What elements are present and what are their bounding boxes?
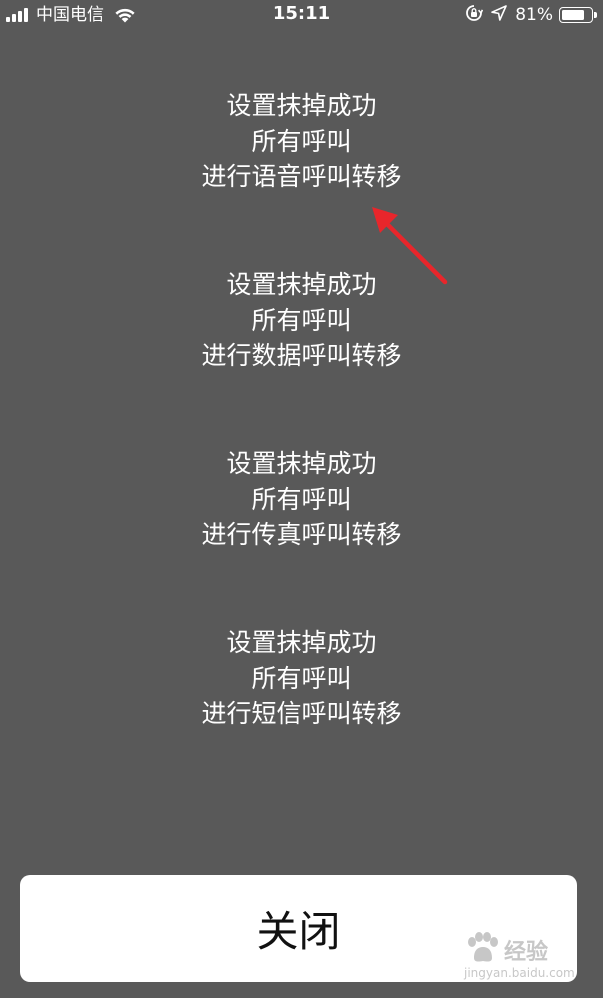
status-bar-right: 81% xyxy=(465,4,597,26)
watermark: 经验 jingyan.baidu.com xyxy=(460,930,580,990)
message-line: 设置抹掉成功 xyxy=(226,628,377,657)
message-line: 所有呼叫 xyxy=(251,484,352,514)
watermark-url: jingyan.baidu.com xyxy=(464,966,575,980)
message-line: 进行短信呼叫转移 xyxy=(201,699,402,728)
baidu-paw-icon xyxy=(464,932,500,968)
status-bar: 中国电信 15:11 81% xyxy=(0,0,603,30)
message-line: 进行数据呼叫转移 xyxy=(201,341,402,370)
rotation-lock-icon xyxy=(465,4,484,26)
message-data-forwarding: 设置抹掉成功 所有呼叫 进行数据呼叫转移 xyxy=(0,267,603,446)
battery-cap xyxy=(594,12,597,18)
message-line: 设置抹掉成功 xyxy=(226,270,377,299)
location-icon xyxy=(491,5,508,25)
message-fax-forwarding: 设置抹掉成功 所有呼叫 进行传真呼叫转移 xyxy=(0,446,603,625)
message-line: 进行传真呼叫转移 xyxy=(201,520,402,549)
message-line: 所有呼叫 xyxy=(251,305,352,335)
annotation-arrow-icon xyxy=(360,195,455,294)
battery-fill xyxy=(562,10,584,20)
message-line: 所有呼叫 xyxy=(251,126,352,156)
message-sms-forwarding: 设置抹掉成功 所有呼叫 进行短信呼叫转移 xyxy=(0,625,603,804)
message-line: 进行语音呼叫转移 xyxy=(201,162,402,191)
message-voice-forwarding: 设置抹掉成功 所有呼叫 进行语音呼叫转移 xyxy=(0,88,603,267)
message-line: 设置抹掉成功 xyxy=(226,449,377,478)
battery-icon xyxy=(559,7,593,23)
message-line: 所有呼叫 xyxy=(251,663,352,693)
battery-percent: 81% xyxy=(515,5,553,25)
close-button-label: 关闭 xyxy=(256,907,341,956)
watermark-text: 经验 xyxy=(504,940,549,965)
message-list: 设置抹掉成功 所有呼叫 进行语音呼叫转移 设置抹掉成功 所有呼叫 进行数据呼叫转… xyxy=(0,88,603,804)
message-line: 设置抹掉成功 xyxy=(226,91,377,120)
